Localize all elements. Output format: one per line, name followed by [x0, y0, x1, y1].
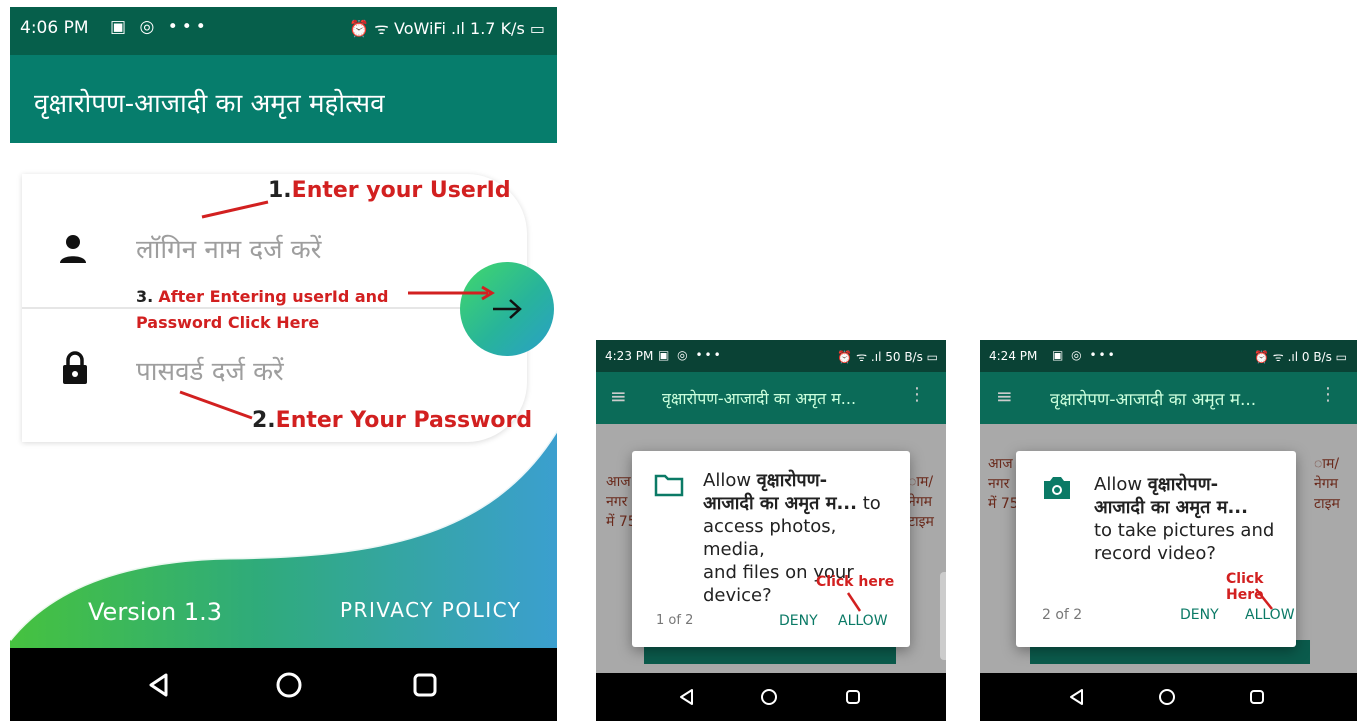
recents-icon[interactable]	[844, 688, 862, 706]
annotation-lines	[179, 200, 495, 420]
bg-line: टाइम	[908, 514, 934, 530]
bg-line: ाम/	[908, 474, 934, 490]
permission-text: access photos, media,	[703, 516, 837, 560]
login-screen: 4:06 PM ▣ ◎ ••• ⏰ ᯤ VoWiFi .ıl 1.7 K/s ▭…	[0, 0, 557, 721]
annotation-line	[846, 592, 862, 612]
home-icon[interactable]	[760, 688, 778, 706]
background-text-left: आज नगर में 75	[988, 454, 1019, 514]
bg-line: नगर	[988, 476, 1010, 492]
permission-app-name: आजादी का अमृत म...	[703, 493, 857, 514]
bg-line: में 75	[988, 496, 1019, 512]
bg-line: टाइम	[1314, 496, 1340, 512]
recents-icon[interactable]	[1248, 688, 1266, 706]
click-here-annotation: Click here	[816, 574, 895, 590]
annotation-step3: 3. After Entering userId and Password Cl…	[136, 284, 389, 336]
navigation-bar	[10, 648, 557, 721]
permission-message: Allow वृक्षारोपण- आजादी का अमृत म... to …	[1094, 473, 1294, 565]
status-bar: 4:23 PM ▣ ◎ ••• ⏰ ᯤ .ıl 50 B/s ▭	[596, 340, 946, 372]
bg-line: ाम/	[1314, 456, 1340, 472]
overflow-menu-icon[interactable]: ⋮	[1319, 384, 1337, 405]
status-bar: 4:24 PM ▣ ◎ ••• ⏰ ᯤ .ıl 0 B/s ▭	[980, 340, 1357, 372]
permission-prefix: Allow	[703, 470, 757, 491]
permission-dialog: Allow वृक्षारोपण- आजादी का अमृत म... to …	[1016, 451, 1296, 647]
annotation-step3-line1: After Entering userId and	[158, 287, 389, 306]
background-text-right: ाम/ नेगम टाइम	[908, 472, 934, 532]
bg-line: आज	[988, 456, 1013, 472]
annotation-step3-line2: Password Click Here	[136, 313, 320, 332]
annotation-step1-number: 1.	[268, 178, 292, 203]
storage-permission-screen: 4:23 PM ▣ ◎ ••• ⏰ ᯤ .ıl 50 B/s ▭ ≡ वृक्ष…	[596, 340, 946, 721]
notification-icons: ▣ ◎ •••	[1052, 348, 1117, 362]
menu-icon[interactable]: ≡	[610, 384, 627, 408]
back-icon[interactable]	[1068, 688, 1086, 706]
home-icon[interactable]	[275, 671, 303, 699]
home-icon[interactable]	[1158, 688, 1176, 706]
status-time: 4:24 PM	[989, 349, 1038, 363]
permission-app-name: आजादी का अमृत म...	[1094, 497, 1248, 518]
permission-prefix: Allow	[1094, 474, 1148, 495]
status-right-icons: ⏰ ᯤ .ıl 50 B/s ▭	[837, 350, 938, 364]
permission-dialog: Allow वृक्षारोपण- आजादी का अमृत म... to …	[632, 451, 910, 647]
permission-text: to	[856, 493, 881, 514]
allow-button[interactable]: ALLOW	[838, 613, 888, 629]
overflow-menu-icon[interactable]: ⋮	[908, 384, 926, 405]
status-right-icons: ⏰ ᯤ .ıl 0 B/s ▭	[1254, 350, 1347, 364]
back-icon[interactable]	[146, 672, 172, 698]
permission-counter: 1 of 2	[656, 613, 694, 628]
camera-icon	[1044, 477, 1070, 499]
privacy-policy-link[interactable]: PRIVACY POLICY	[340, 598, 521, 622]
app-bar: ≡ वृक्षारोपण-आजादी का अमृत म... ⋮	[980, 372, 1357, 424]
version-label: Version 1.3	[88, 598, 223, 626]
deny-button[interactable]: DENY	[1180, 607, 1219, 623]
navigation-bar	[980, 673, 1357, 721]
bg-line: नेगम	[908, 494, 933, 510]
menu-icon[interactable]: ≡	[996, 384, 1013, 408]
permission-counter: 2 of 2	[1042, 607, 1083, 623]
app-title: वृक्षारोपण-आजादी का अमृत म...	[1050, 390, 1257, 410]
permission-text: to take pictures and	[1094, 520, 1275, 541]
recents-icon[interactable]	[412, 672, 438, 698]
allow-button[interactable]: ALLOW	[1245, 607, 1295, 623]
app-title: वृक्षारोपण-आजादी का अमृत म...	[662, 389, 857, 408]
folder-icon	[654, 474, 684, 497]
permission-text: record video?	[1094, 543, 1216, 564]
permission-text: device?	[703, 585, 772, 606]
annotation-step1: 1.Enter your UserId	[268, 178, 511, 203]
deny-button[interactable]: DENY	[779, 613, 818, 629]
navigation-bar	[596, 673, 946, 721]
permission-app-name: वृक्षारोपण-	[756, 470, 828, 491]
back-icon[interactable]	[678, 688, 696, 706]
background-text-right: ाम/ नेगम टाइम	[1314, 454, 1340, 514]
bg-line: नेगम	[1314, 476, 1339, 492]
status-time: 4:23 PM	[605, 349, 654, 363]
notification-icons: ▣ ◎ •••	[658, 348, 723, 362]
permission-app-name: वृक्षारोपण-	[1147, 474, 1219, 495]
camera-permission-screen: 4:24 PM ▣ ◎ ••• ⏰ ᯤ .ıl 0 B/s ▭ ≡ वृक्षा…	[980, 340, 1357, 721]
scrollbar[interactable]	[940, 572, 946, 660]
annotation-step3-number: 3.	[136, 287, 154, 306]
app-bar: ≡ वृक्षारोपण-आजादी का अमृत म... ⋮	[596, 372, 946, 424]
annotation-step1-text: Enter your UserId	[291, 178, 511, 203]
